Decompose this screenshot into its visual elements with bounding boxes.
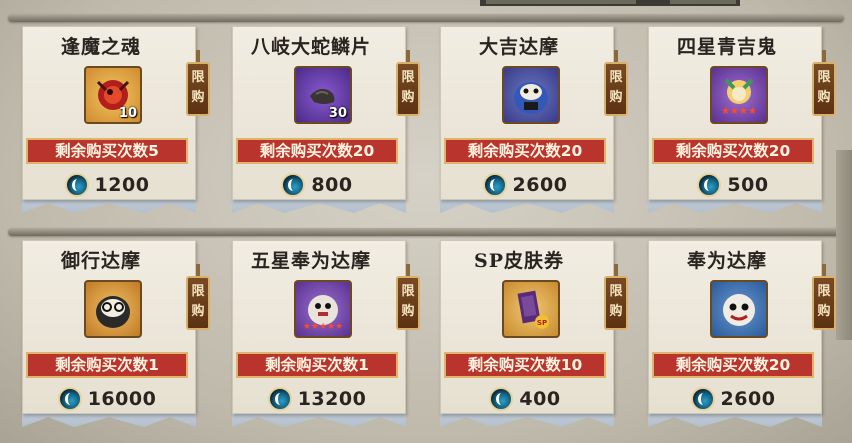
remaining-purchases: 剩余购买次数20 [652,352,814,378]
limited-purchase-tag: 限购 [186,50,210,116]
price-value: 800 [311,174,353,196]
currency-coin-icon [489,387,514,411]
price-row: 2600 [444,172,606,198]
shop-item-card[interactable]: 逢魔之魂 10 剩余购买次数5 1200 限购 [12,22,210,212]
price-value: 16000 [87,388,157,410]
price-value: 500 [727,174,769,196]
item-name: 大吉达摩 [478,36,559,58]
price-row: 2600 [652,386,814,412]
item-quantity: 30 [328,106,347,121]
remaining-purchases: 剩余购买次数20 [652,138,814,164]
remaining-purchases: 剩余购买次数20 [236,138,398,164]
five-star-hotei-daruma-icon[interactable]: ★★★★★ [294,280,352,338]
item-name: 四星青吉鬼 [676,36,777,58]
item-name: 五星奉为达摩 [250,250,371,272]
limited-purchase-tag: 限购 [396,264,420,330]
daikichi-daruma-icon[interactable] [502,66,560,124]
currency-coin-icon [281,173,306,197]
shop-item-card[interactable]: 奉为达摩 剩余购买次数20 2600 限购 [638,236,836,426]
price-row: 1200 [26,172,188,198]
shop-item-card[interactable]: 御行达摩 剩余购买次数1 16000 限购 [12,236,210,426]
hanging-rod-bottom [8,228,844,236]
item-name: 逢魔之魂 [60,36,141,58]
currency-coin-icon [697,173,722,197]
four-star-aokichi-icon[interactable]: ★★★★ [710,66,768,124]
price-row: 16000 [26,386,188,412]
remaining-purchases: 剩余购买次数20 [444,138,606,164]
remaining-purchases: 剩余购买次数5 [26,138,188,164]
item-name: 八岐大蛇鳞片 [250,36,371,58]
gyo-daruma-icon[interactable] [84,280,142,338]
hanging-rod-top [8,14,844,22]
header-tab [486,0,636,4]
svg-text:★★★★★: ★★★★★ [303,322,343,332]
remaining-purchases: 剩余购买次数10 [444,352,606,378]
item-name: 御行达摩 [60,250,141,272]
orochi-scale-icon[interactable]: 30 [294,66,352,124]
price-value: 400 [519,388,561,410]
limited-purchase-tag: 限购 [186,264,210,330]
limited-purchase-tag: 限购 [604,264,628,330]
currency-coin-icon [57,387,82,411]
svg-text:★★★★: ★★★★ [721,106,757,117]
shop-item-card[interactable]: 八岐大蛇鳞片 30 剩余购买次数20 800 限购 [222,22,420,212]
currency-coin-icon [267,387,292,411]
shop-item-card[interactable]: 四星青吉鬼 ★★★★ 剩余购买次数20 500 限购 [638,22,836,212]
remaining-purchases: 剩余购买次数1 [26,352,188,378]
remaining-purchases: 剩余购买次数1 [236,352,398,378]
limited-purchase-tag: 限购 [812,264,836,330]
price-value: 13200 [297,388,367,410]
limited-purchase-tag: 限购 [812,50,836,116]
price-row: 500 [652,172,814,198]
price-row: 800 [236,172,398,198]
price-value: 1200 [94,174,150,196]
sp-skin-ticket-icon[interactable]: SP [502,280,560,338]
item-name: SP皮肤券 [473,250,564,272]
feng-mo-soul-icon[interactable]: 10 [84,66,142,124]
item-quantity: 10 [118,106,137,121]
price-value: 2600 [512,174,568,196]
limited-purchase-tag: 限购 [604,50,628,116]
currency-coin-icon [482,173,507,197]
price-value: 2600 [720,388,776,410]
limited-purchase-tag: 限购 [396,50,420,116]
svg-text:SP: SP [537,319,547,327]
scroll-edge [836,150,852,340]
price-row: 400 [444,386,606,412]
shop-item-card[interactable]: 大吉达摩 剩余购买次数20 2600 限购 [430,22,628,212]
currency-coin-icon [64,173,89,197]
shop-item-card[interactable]: SP皮肤券 SP 剩余购买次数10 400 限购 [430,236,628,426]
currency-coin-icon [690,387,715,411]
header-tab [670,0,736,4]
item-name: 奉为达摩 [686,250,767,272]
hotei-daruma-icon[interactable] [710,280,768,338]
price-row: 13200 [236,386,398,412]
shop-item-card[interactable]: 五星奉为达摩 ★★★★★ 剩余购买次数1 13200 限购 [222,236,420,426]
top-header-strip [480,0,740,6]
